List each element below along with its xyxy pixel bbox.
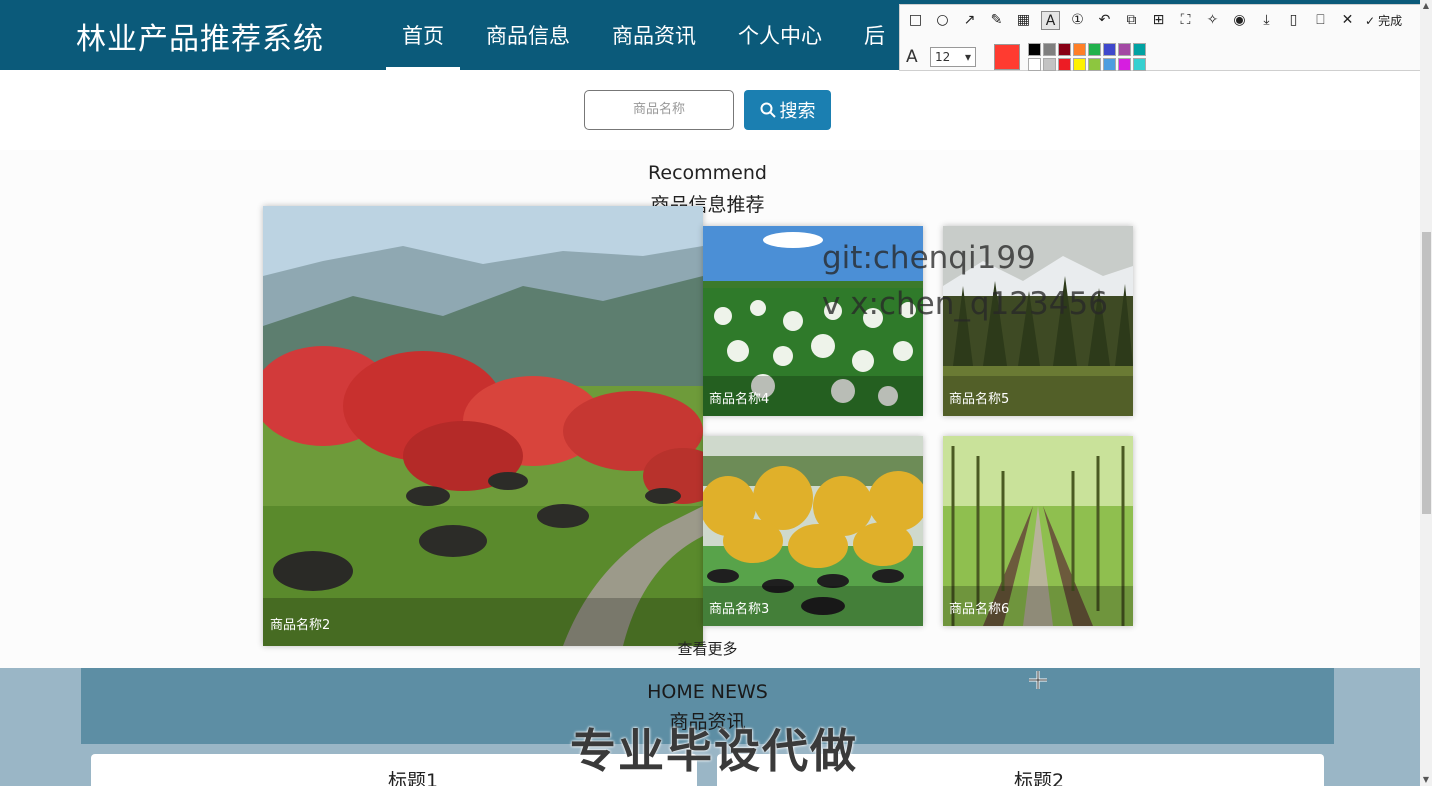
ellipse-tool-icon[interactable]: ○ (933, 11, 952, 30)
product-label: 商品名称3 (703, 586, 923, 626)
record-icon[interactable]: ◉ (1230, 11, 1249, 30)
bookmark-icon[interactable]: ⎕ (1311, 11, 1330, 30)
pin-icon[interactable]: ✧ (1203, 11, 1222, 30)
color-swatch[interactable] (1073, 58, 1086, 71)
view-more-link[interactable]: 查看更多 (0, 638, 1415, 659)
scroll-up-icon[interactable]: ▲ (1420, 0, 1432, 12)
color-swatch[interactable] (1103, 43, 1116, 56)
search-bar: 商品名称 搜索 (584, 90, 831, 130)
font-size-icon: A (906, 47, 918, 67)
check-icon: ✓ (1365, 13, 1376, 28)
nav-products[interactable]: 商品信息 (470, 0, 586, 70)
color-swatch[interactable] (1028, 58, 1041, 71)
product-image (263, 206, 703, 646)
crosshair-cursor-icon (1029, 671, 1047, 689)
current-color-swatch[interactable] (994, 44, 1020, 70)
news-item-title[interactable]: 标题2 (1014, 766, 1064, 786)
search-button[interactable]: 搜索 (744, 90, 831, 130)
nav-home[interactable]: 首页 (386, 0, 460, 70)
product-label: 商品名称5 (943, 376, 1133, 416)
news-title-en: HOME NEWS (647, 681, 768, 703)
color-swatch[interactable] (1118, 43, 1131, 56)
ocr-icon[interactable]: ⧉ (1122, 11, 1141, 30)
color-swatch[interactable] (1043, 58, 1056, 71)
search-input[interactable]: 商品名称 (584, 90, 734, 130)
color-swatch[interactable] (1103, 58, 1116, 71)
color-swatch[interactable] (1073, 43, 1086, 56)
mosaic-tool-icon[interactable]: ▦ (1014, 11, 1033, 30)
scrollbar-thumb[interactable] (1422, 232, 1431, 514)
news-item-title[interactable]: 标题1 (388, 766, 438, 786)
product-label: 商品名称4 (703, 376, 923, 416)
color-swatch[interactable] (1058, 43, 1071, 56)
color-swatch[interactable] (1028, 43, 1041, 56)
recommend-title-en: Recommend (648, 162, 767, 184)
site-title: 林业产品推荐系统 (76, 22, 324, 57)
nav-news[interactable]: 商品资讯 (596, 0, 712, 70)
pen-tool-icon[interactable]: ✎ (987, 11, 1006, 30)
nav-profile[interactable]: 个人中心 (722, 0, 838, 70)
text-tool-icon[interactable]: A (1041, 11, 1060, 30)
download-icon[interactable]: ⤓ (1257, 11, 1276, 30)
product-card[interactable]: 商品名称2 (263, 206, 703, 646)
color-palette (1028, 43, 1146, 71)
color-swatch[interactable] (1088, 43, 1101, 56)
close-icon[interactable]: ✕ (1338, 11, 1357, 30)
number-tool-icon[interactable]: ① (1068, 11, 1087, 30)
screenshot-toolbar: □ ○ ↗ ✎ ▦ A ① ↶ ⧉ ⊞ ⛶ ✧ ◉ ⤓ ▯ ⎕ ✕ ✓ 完成 A … (899, 4, 1432, 71)
color-swatch[interactable] (1118, 58, 1131, 71)
done-button[interactable]: ✓ 完成 (1365, 12, 1402, 29)
color-swatch[interactable] (1088, 58, 1101, 71)
watermark-text: git:chenqi199 (822, 240, 1036, 276)
undo-icon[interactable]: ↶ (1095, 11, 1114, 30)
translate-icon[interactable]: ⊞ (1149, 11, 1168, 30)
chevron-down-icon: ▾ (964, 50, 971, 64)
product-label: 商品名称6 (943, 586, 1133, 626)
scroll-capture-icon[interactable]: ⛶ (1176, 11, 1195, 30)
product-card[interactable]: 商品名称6 (943, 436, 1133, 626)
font-size-select[interactable]: 12 ▾ (930, 47, 976, 67)
main-nav: 首页 商品信息 商品资讯 个人中心 后 (386, 0, 911, 70)
scroll-down-icon[interactable]: ▼ (1420, 774, 1432, 786)
rectangle-tool-icon[interactable]: □ (906, 11, 925, 30)
color-swatch[interactable] (1133, 43, 1146, 56)
recommend-title-cn: 商品信息推荐 (650, 194, 765, 216)
arrow-tool-icon[interactable]: ↗ (960, 11, 979, 30)
search-icon (760, 102, 776, 118)
color-swatch[interactable] (1133, 58, 1146, 71)
phone-icon[interactable]: ▯ (1284, 11, 1303, 30)
color-swatch[interactable] (1058, 58, 1071, 71)
watermark-banner: 专业毕设代做 (570, 724, 858, 778)
nav-admin[interactable]: 后 (848, 0, 901, 70)
color-swatch[interactable] (1043, 43, 1056, 56)
product-card[interactable]: 商品名称3 (703, 436, 923, 626)
watermark-text: v x:chen_q123456 (822, 286, 1108, 322)
